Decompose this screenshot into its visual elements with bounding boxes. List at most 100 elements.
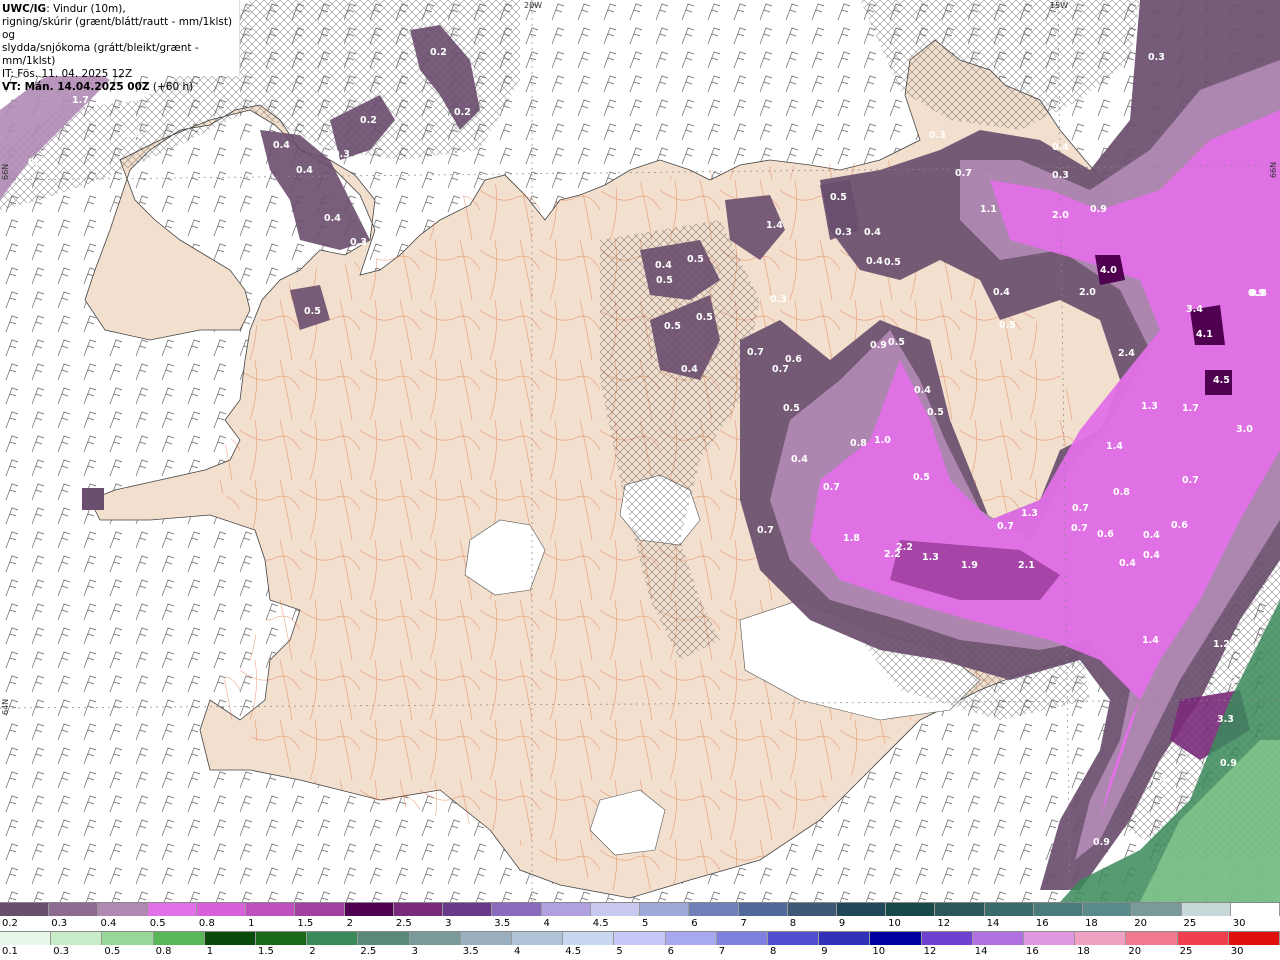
precip-value: 0.3 (835, 227, 852, 238)
precip-value: 1.2 (1220, 675, 1237, 686)
precip-value: 0.7 (1071, 523, 1088, 534)
precip-value: 0.2 (454, 107, 471, 118)
legend-swatch (819, 932, 871, 945)
lat-label-66n-left: 66N (1, 164, 10, 180)
precip-value: 3.3 (1217, 714, 1234, 725)
precip-value: 0.8 (1113, 487, 1130, 498)
precip-value: 0.9 (1248, 288, 1265, 299)
legend-label: 0.5 (104, 946, 121, 957)
legend-label: 6 (691, 918, 698, 929)
precip-value: 0.5 (783, 403, 800, 414)
lon-label-20w: 20W (524, 1, 542, 10)
precip-value: 0.7 (747, 347, 764, 358)
forecast-hour: (+60 h) (149, 81, 194, 93)
legend-label: 30 (1230, 946, 1244, 957)
precip-value: 0.2 (124, 129, 141, 140)
precip-value: 0.4 (296, 165, 313, 176)
model-name: UWC/IG (2, 3, 47, 15)
legend-swatch (787, 903, 837, 916)
legend-swatch (358, 932, 410, 945)
legend-swatch (409, 932, 461, 945)
legend-swatch (716, 932, 769, 945)
precip-value: 2.0 (1079, 287, 1096, 298)
legend-swatch (689, 903, 739, 916)
legend-label: 0.4 (100, 918, 117, 929)
precip-value: 4.5 (1213, 375, 1230, 386)
legend-swatch (665, 932, 717, 945)
legend-rain-colorbar (0, 931, 1280, 945)
precip-value: 0.9 (1090, 204, 1107, 215)
legend-label: 4.5 (592, 918, 609, 929)
legend-swatch (147, 903, 197, 916)
legend-swatch (836, 903, 887, 916)
precip-value: 2.1 (1018, 560, 1035, 571)
precip-value: 0.7 (1072, 503, 1089, 514)
legend-swatch (1033, 903, 1084, 916)
legend-snow-colorbar (0, 902, 1280, 916)
precip-value: 0.4 (1143, 530, 1160, 541)
precip-value: 1.4 (1142, 635, 1159, 646)
precip-value: 0.5 (687, 254, 704, 265)
precip-value: 0.3 (770, 294, 787, 305)
precip-value: 0.5 (927, 407, 944, 418)
legend-swatch (1177, 932, 1229, 945)
precip-value: 0.4 (791, 454, 808, 465)
legend-swatch (640, 903, 690, 916)
legend-label: 2 (346, 918, 353, 929)
precip-value: 0.4 (1052, 142, 1069, 153)
precip-value: 0.4 (866, 256, 883, 267)
legend-swatch (1230, 903, 1280, 916)
legend-label: 3 (445, 918, 452, 929)
legend-swatch (935, 903, 985, 916)
legend-label: 3 (411, 946, 418, 957)
legend-label: 2.5 (395, 918, 412, 929)
header-line-1-text: : Vindur (10m), (46, 3, 126, 15)
precip-value: 0.3 (1148, 52, 1165, 63)
legend-label: 2.5 (360, 946, 377, 957)
legend-swatch (1228, 932, 1280, 945)
legend-swatch (256, 932, 308, 945)
legend-label: 9 (838, 918, 846, 929)
legend-label: 0.1 (2, 946, 18, 957)
legend-swatch (972, 932, 1025, 945)
precip-value: 0.9 (1220, 758, 1237, 769)
legend-label: 1 (206, 946, 214, 957)
legend-swatch (1075, 932, 1127, 945)
legend-label: 5 (616, 946, 623, 957)
legend-label: 3.5 (462, 946, 479, 957)
legend-swatch (1024, 932, 1076, 945)
precip-value: 0.2 (430, 47, 447, 58)
legend-label: 4.5 (565, 946, 582, 957)
valid-time: VT: Mán. 14.04.2025 00Z (2, 81, 150, 93)
precip-value: 0.2 (360, 115, 377, 126)
precip-value: 1.4 (766, 220, 783, 231)
legend-swatch (98, 903, 148, 916)
legend-label: 10 (872, 946, 886, 957)
precip-value: 4.0 (1100, 265, 1117, 276)
precip-value: 0.4 (655, 260, 672, 271)
weather-map: 20W 15W 66N 66N 64N 1.7 0.7 0.2 0.2 0.2 … (0, 0, 1280, 902)
legend-swatch (0, 903, 50, 916)
precip-value: 1.0 (874, 435, 891, 446)
legend-swatch (153, 932, 205, 945)
legend-label: 12 (923, 946, 937, 957)
legend-swatch (1126, 932, 1178, 945)
legend-swatch (460, 932, 513, 945)
legend-swatch (295, 903, 345, 916)
legend-label: 18 (1085, 918, 1098, 929)
precip-value: 1.3 (1021, 508, 1038, 519)
legend-swatch (921, 932, 973, 945)
precip-value: 0.5 (696, 312, 713, 323)
precip-value: 0.8 (850, 438, 867, 449)
legend-swatch (393, 903, 444, 916)
legend-swatch (1181, 903, 1231, 916)
legend-swatch (512, 932, 564, 945)
precip-value: 3.0 (1236, 424, 1253, 435)
legend-swatch (870, 932, 922, 945)
legend-swatch (344, 903, 394, 916)
legend-snow-labels: 0.2 0.3 0.4 0.5 0.8 1 1.5 2 2.5 3 3.5 4 4.5 5 6 7 8 9 10 12… (0, 917, 1280, 930)
legend-label: 20 (1128, 946, 1142, 957)
legend-swatch (886, 903, 936, 916)
legend-label: 0.8 (198, 918, 215, 929)
legend-swatch (614, 932, 666, 945)
